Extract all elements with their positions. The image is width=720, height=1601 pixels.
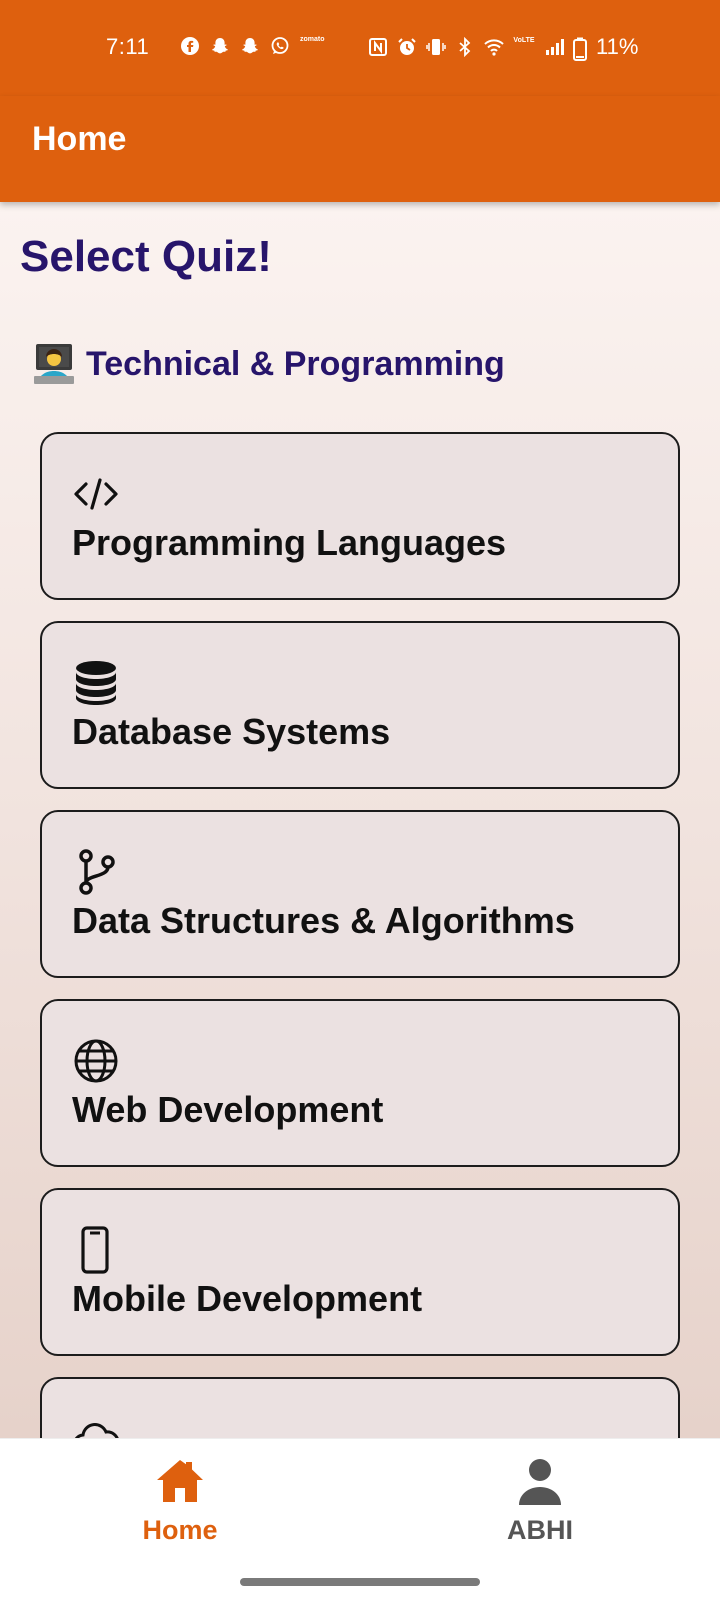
database-icon bbox=[72, 659, 120, 707]
battery-icon bbox=[573, 37, 587, 61]
quiz-card-mobile-development[interactable]: Mobile Development bbox=[40, 1188, 680, 1356]
bluetooth-icon bbox=[455, 37, 475, 57]
status-time: 7:11 bbox=[106, 34, 150, 59]
app-bar-title: Home bbox=[32, 120, 127, 158]
quiz-list: Programming Languages Database Systems D… bbox=[40, 432, 680, 1438]
alarm-icon bbox=[397, 37, 417, 57]
code-icon bbox=[72, 470, 120, 518]
zomato-icon: zomato bbox=[300, 36, 325, 43]
snapchat-icon bbox=[210, 36, 230, 56]
battery-percent: 11% bbox=[596, 34, 639, 59]
quiz-card-label: Web Development bbox=[72, 1089, 384, 1130]
status-bar: 7:11 zomato VoLTE 11% bbox=[0, 0, 720, 96]
app-bar: Home bbox=[0, 96, 720, 202]
git-branch-icon bbox=[72, 848, 120, 896]
quiz-card-cloud[interactable] bbox=[40, 1377, 680, 1438]
bottom-navigation: Home ABHI bbox=[0, 1438, 720, 1601]
volte-icon: VoLTE bbox=[513, 37, 535, 44]
notification-icons: zomato bbox=[180, 36, 325, 56]
snapchat-icon bbox=[240, 36, 260, 56]
smartphone-icon bbox=[72, 1226, 120, 1274]
signal-icon bbox=[544, 37, 564, 57]
cloud-icon bbox=[72, 1415, 120, 1438]
technologist-emoji-icon bbox=[32, 342, 76, 386]
quiz-card-web-development[interactable]: Web Development bbox=[40, 999, 680, 1167]
section-title: Technical & Programming bbox=[86, 344, 505, 383]
wifi-icon bbox=[484, 37, 504, 57]
quiz-card-database-systems[interactable]: Database Systems bbox=[40, 621, 680, 789]
page-title: Select Quiz! bbox=[20, 232, 272, 281]
quiz-card-data-structures-algorithms[interactable]: Data Structures & Algorithms bbox=[40, 810, 680, 978]
nav-item-home[interactable]: Home bbox=[90, 1455, 270, 1546]
home-icon bbox=[154, 1455, 206, 1507]
system-icons: VoLTE 11% bbox=[368, 34, 639, 61]
quiz-card-label: Programming Languages bbox=[72, 522, 507, 563]
nav-label-profile: ABHI bbox=[507, 1515, 573, 1545]
quiz-card-programming-languages[interactable]: Programming Languages bbox=[40, 432, 680, 600]
quiz-card-label: Data Structures & Algorithms bbox=[72, 900, 575, 941]
facebook-icon bbox=[180, 36, 200, 56]
quiz-selection-screen[interactable]: Select Quiz! Technical & Programming Pro… bbox=[0, 202, 720, 1438]
nfc-icon bbox=[368, 37, 388, 57]
whatsapp-icon bbox=[270, 36, 290, 56]
nav-item-profile[interactable]: ABHI bbox=[450, 1455, 630, 1546]
vibrate-icon bbox=[426, 37, 446, 57]
globe-icon bbox=[72, 1037, 120, 1085]
quiz-card-label: Mobile Development bbox=[72, 1278, 423, 1319]
section-header: Technical & Programming bbox=[32, 342, 505, 386]
person-icon bbox=[514, 1455, 566, 1507]
gesture-navigation-bar[interactable] bbox=[240, 1578, 480, 1586]
quiz-card-label: Database Systems bbox=[72, 711, 391, 752]
nav-label-home: Home bbox=[142, 1515, 218, 1545]
